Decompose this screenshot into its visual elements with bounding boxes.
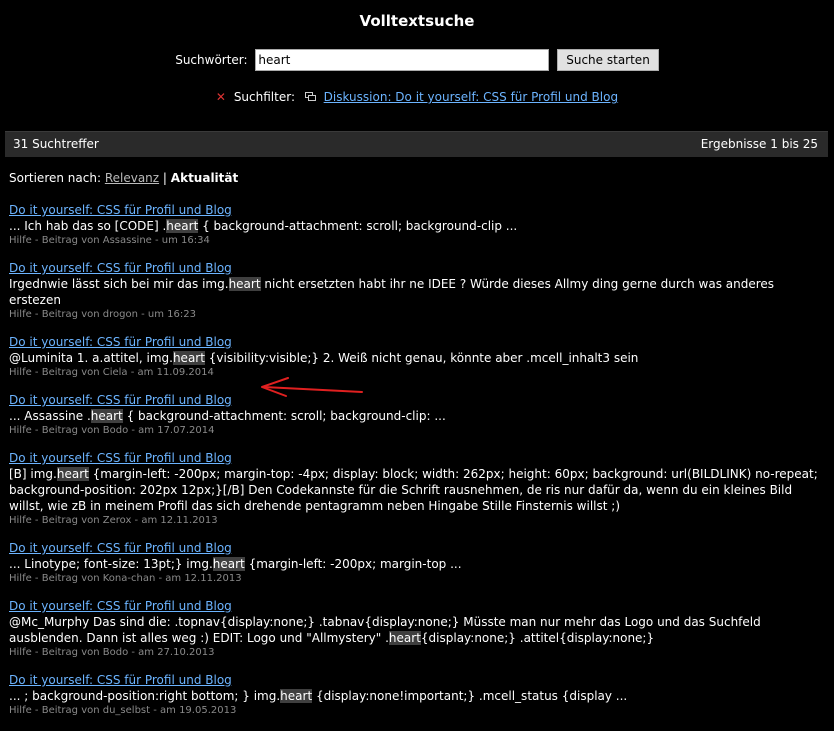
result-title-link[interactable]: Do it yourself: CSS für Profil und Blog (9, 203, 232, 218)
sort-current-active: Aktualität (170, 171, 239, 185)
result-title-link[interactable]: Do it yourself: CSS für Profil und Blog (9, 393, 232, 408)
search-label: Suchwörter: (175, 53, 248, 67)
snippet-text: {display:none;} .attitel{display:none;} (420, 631, 655, 645)
sort-label: Sortieren nach: (9, 171, 101, 185)
snippet-text: [B] img. (9, 467, 57, 481)
snippet-text: {visibility:visible;} 2. Weiß nicht gena… (204, 351, 639, 365)
search-highlight: heart (90, 409, 123, 423)
search-highlight: heart (388, 631, 421, 645)
snippet-text: ... ; background-position:right bottom; … (9, 689, 281, 703)
result-meta: Hilfe - Beitrag von du_selbst - am 19.05… (9, 705, 237, 716)
results-range: Ergebnisse 1 bis 25 (700, 137, 818, 151)
result-title-link[interactable]: Do it yourself: CSS für Profil und Blog (9, 451, 232, 466)
snippet-text: { background-attachment: scroll; backgro… (198, 219, 518, 233)
search-highlight: heart (212, 557, 245, 571)
discussion-icon (304, 92, 316, 101)
snippet-text: @Luminita 1. a.attitel, img. (9, 351, 173, 365)
sort-row: Sortieren nach: Relevanz | Aktualität (9, 171, 238, 185)
search-input[interactable] (255, 49, 550, 71)
results-bar: 31 Suchtreffer Ergebnisse 1 bis 25 (5, 131, 828, 157)
snippet-text: { background-attachment: scroll; backgro… (122, 409, 446, 423)
result-item: Do it yourself: CSS für Profil und Blog … (9, 335, 824, 379)
result-item: Do it yourself: CSS für Profil und Blog … (9, 393, 824, 437)
result-item: Do it yourself: CSS für Profil und Blog … (9, 673, 824, 717)
search-highlight: heart (166, 219, 199, 233)
result-snippet: @Mc_Murphy Das sind die: .topnav{display… (9, 614, 824, 646)
snippet-text: {margin-left: -200px; margin-top ... (244, 557, 462, 571)
result-meta: Hilfe - Beitrag von Assassine - um 16:34 (9, 235, 210, 246)
result-title-link[interactable]: Do it yourself: CSS für Profil und Blog (9, 261, 232, 276)
search-highlight: heart (172, 351, 205, 365)
sort-relevance-link[interactable]: Relevanz (105, 171, 159, 185)
search-button[interactable]: Suche starten (557, 49, 659, 71)
result-snippet: ... ; background-position:right bottom; … (9, 688, 824, 704)
result-meta: Hilfe - Beitrag von Bodo - am 17.07.2014 (9, 425, 215, 436)
search-highlight: heart (280, 689, 313, 703)
snippet-text: {display:none!important;} .mcell_status … (312, 689, 628, 703)
filter-discussion-link[interactable]: Diskussion: Do it yourself: CSS für Prof… (324, 90, 618, 104)
result-title-link[interactable]: Do it yourself: CSS für Profil und Blog (9, 673, 232, 688)
annotation-arrow-icon (261, 377, 363, 397)
result-snippet: ... Ich hab das so [CODE] .heart { backg… (9, 218, 824, 234)
result-meta: Hilfe - Beitrag von Zerox - am 12.11.201… (9, 515, 218, 526)
result-meta: Hilfe - Beitrag von drogon - um 16:23 (9, 309, 196, 320)
search-filter-row: ✕ Suchfilter: Diskussion: Do it yourself… (0, 90, 834, 104)
snippet-text: ... Ich hab das so [CODE] . (9, 219, 167, 233)
search-highlight: heart (228, 277, 261, 291)
remove-filter-icon[interactable]: ✕ (216, 90, 226, 104)
result-title-link[interactable]: Do it yourself: CSS für Profil und Blog (9, 335, 232, 350)
result-meta: Hilfe - Beitrag von Kona-chan - am 12.11… (9, 573, 242, 584)
result-snippet: ... Assassine .heart { background-attach… (9, 408, 824, 424)
result-title-link[interactable]: Do it yourself: CSS für Profil und Blog (9, 541, 232, 556)
results-list: Do it yourself: CSS für Profil und Blog … (9, 203, 824, 731)
filter-label: Suchfilter: (233, 90, 295, 104)
result-item: Do it yourself: CSS für Profil und Blog … (9, 261, 824, 321)
snippet-text: {margin-left: -200px; margin-top: -4px; … (9, 467, 818, 513)
snippet-text: ... Assassine . (9, 409, 91, 423)
result-item: Do it yourself: CSS für Profil und Blog … (9, 541, 824, 585)
search-row: Suchwörter: Suche starten (0, 49, 834, 71)
result-item: Do it yourself: CSS für Profil und Blog … (9, 203, 824, 247)
search-highlight: heart (56, 467, 89, 481)
result-snippet: @Luminita 1. a.attitel, img.heart {visib… (9, 350, 824, 366)
page-title: Volltextsuche (359, 12, 475, 30)
result-meta: Hilfe - Beitrag von Ciela - am 11.09.201… (9, 367, 214, 378)
results-count: 31 Suchtreffer (13, 137, 99, 151)
result-snippet: [B] img.heart {margin-left: -200px; marg… (9, 466, 824, 514)
snippet-text: ... Linotype; font-size: 13pt;} img. (9, 557, 213, 571)
result-snippet: Irgednwie lässt sich bei mir das img.hea… (9, 276, 824, 308)
sort-separator: | (162, 171, 167, 185)
snippet-text: Irgednwie lässt sich bei mir das img. (9, 277, 229, 291)
result-snippet: ... Linotype; font-size: 13pt;} img.hear… (9, 556, 824, 572)
result-title-link[interactable]: Do it yourself: CSS für Profil und Blog (9, 599, 232, 614)
result-item: Do it yourself: CSS für Profil und Blog … (9, 599, 824, 659)
result-meta: Hilfe - Beitrag von Bodo - am 27.10.2013 (9, 647, 215, 658)
result-item: Do it yourself: CSS für Profil und Blog … (9, 451, 824, 527)
